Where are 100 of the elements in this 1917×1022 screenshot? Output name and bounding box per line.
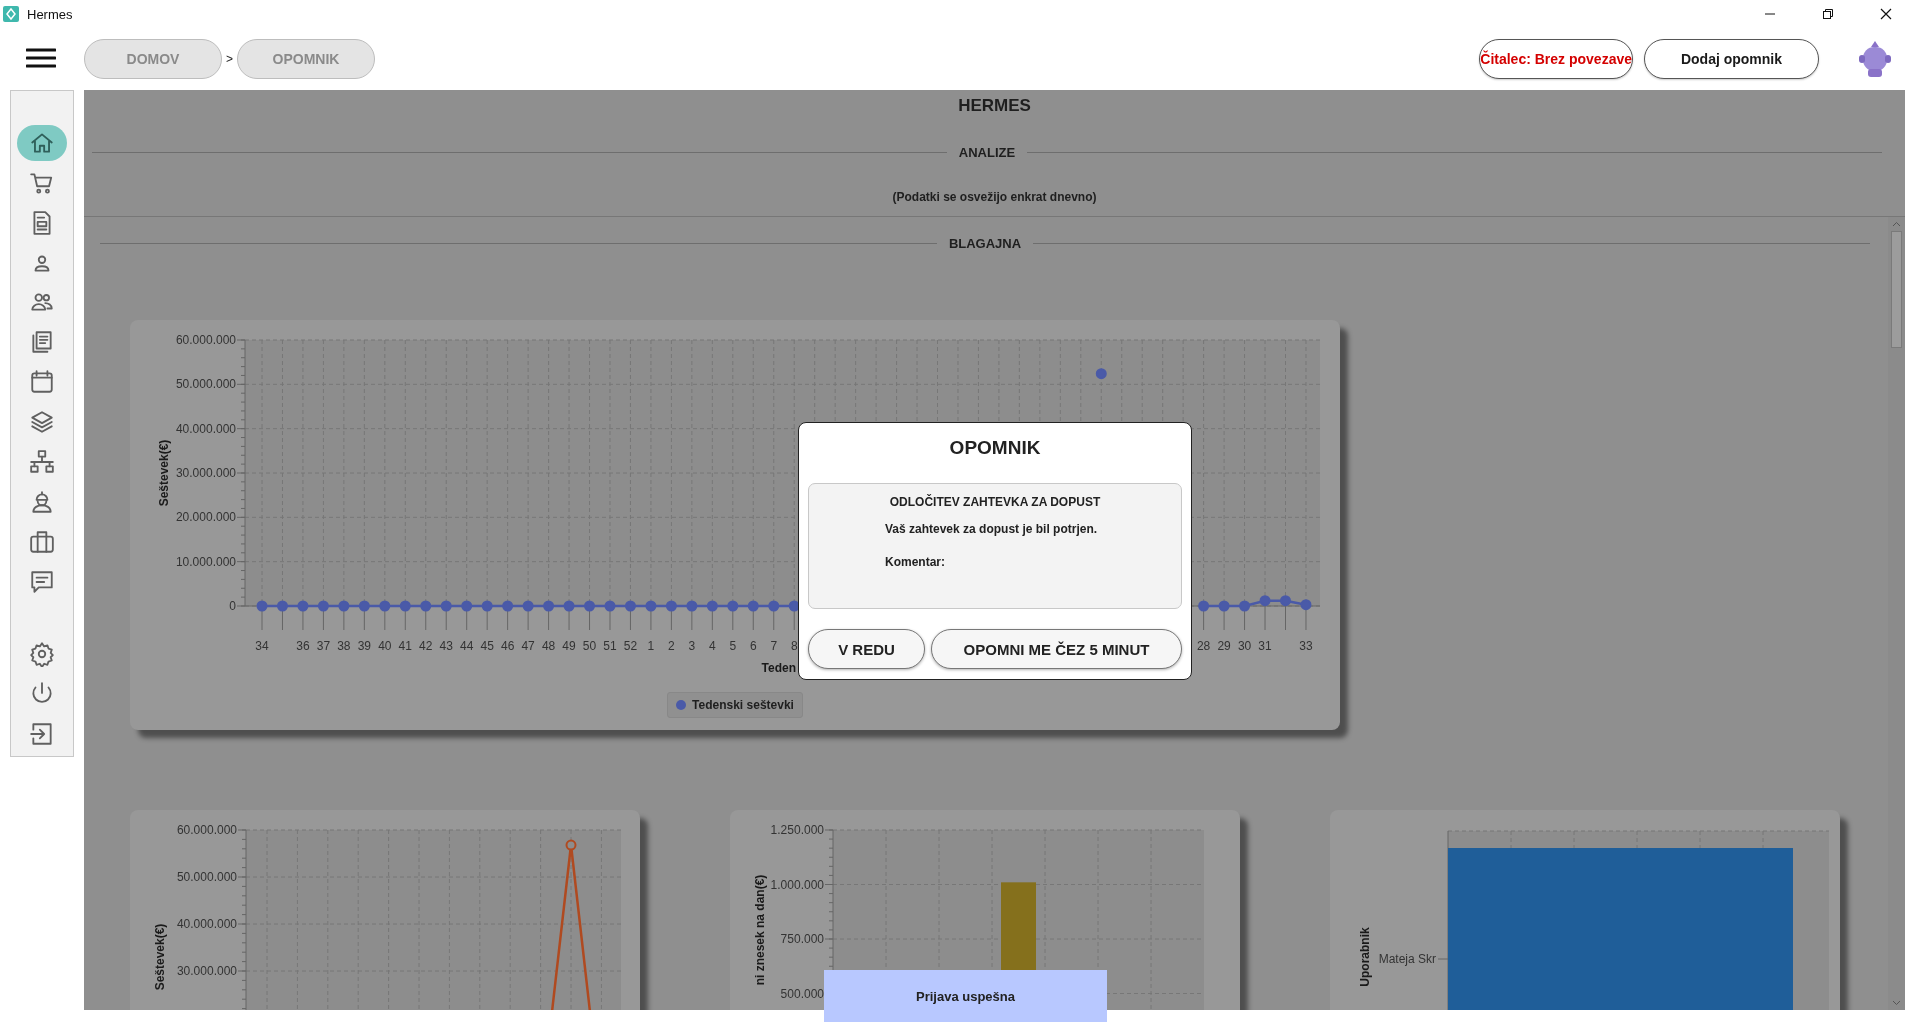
axis-title: Uporabnik [1358,927,1372,987]
section-heading: BLAGAJNA [948,236,1022,251]
data-point [297,600,309,612]
refresh-note: (Podatki se osvežijo enkrat dnevno) [892,190,1097,204]
data-point [379,600,391,612]
data-point [604,600,616,612]
axis-tick-label: 37 [316,639,331,653]
axis-tick-label: 51 [603,639,617,653]
section-heading: ANALIZE [958,145,1016,160]
axis-tick-label: 1.250.000 [770,823,824,837]
data-point [1095,368,1107,380]
data-point [276,600,288,612]
data-point [461,600,473,612]
axis-tick-label: 1.000.000 [770,877,824,892]
axis-tick-label: 36 [296,639,310,653]
axis-tick-label: 28 [1196,639,1211,653]
data-point [686,600,698,612]
axis-tick-label: 31 [1258,639,1272,653]
logout-icon [29,721,55,748]
axis-tick-label: 20.000.000 [175,510,236,525]
data-point [440,600,452,612]
axis-tick-label: 10.000.000 [175,554,236,569]
axis-tick-label: 52 [623,639,638,653]
data-point [1218,600,1230,612]
axis-tick-label: 2 [668,639,675,653]
data-point [543,600,555,612]
axis-tick-label: 4 [709,639,716,653]
remind-later-button[interactable]: OPOMNI ME ČEZ 5 MINUT [931,629,1182,669]
axis-tick-label: 6 [749,639,757,653]
axis-tick-label: 3 [688,639,696,653]
axis-tick-label: 47 [521,639,535,653]
close-icon [1880,8,1892,20]
data-point [420,600,432,612]
axis-tick-label: 750.000 [780,932,824,946]
axis-tick-label: 43 [439,639,453,653]
scroll-up-icon [1892,221,1901,227]
axis-title: Seštevek(€) [157,439,171,507]
axis-tick-label: 33 [1299,639,1313,653]
axis-tick-label: 30.000.000 [176,964,237,978]
settings-icon [29,641,55,668]
axis-tick-label: 40.000.000 [176,917,237,931]
scroll-down-icon [1892,1000,1901,1006]
axis-tick-label: 1 [647,639,655,653]
menu-icon [26,47,56,69]
ok-button[interactable]: V REDU [808,629,925,669]
data-point [584,600,595,612]
comment-label: Komentar: [885,555,946,569]
toast-message: Prijava uspešna [916,988,1015,1004]
scrollbar[interactable] [1888,217,1905,1010]
axis-tick-label: 34 [255,639,269,653]
app-icon [3,6,19,22]
axis-tick-label: 44 [460,639,474,653]
axis-tick-label: 29 [1217,639,1231,653]
data-point [317,600,329,612]
axis-title: Teden [761,661,796,675]
data-point [706,600,718,612]
data-point [1259,595,1271,607]
chat-icon [29,568,55,595]
data-point [1239,600,1251,612]
legend-label: Tedenski seštevki [692,698,794,712]
axis-tick-label: Mateja Skr [1378,952,1436,966]
data-point [563,600,575,612]
breadcrumb-separator: > [226,52,233,66]
menu-button[interactable] [26,47,56,71]
data-point [481,600,493,612]
briefcase-icon [29,528,55,555]
axis-tick-label: 46 [500,639,515,653]
message-text: Vaš zahtevek za dopust je bil potrjen. [885,522,1099,536]
axis-tick-label: 39 [357,639,372,653]
data-point [727,600,739,612]
axis-tick-label: 5 [729,639,737,653]
mascot-icon[interactable] [1857,39,1893,79]
data-point [256,600,268,612]
data-point [502,600,514,612]
page-title: HERMES [958,95,1031,117]
data-point [1198,600,1210,612]
data-point [1280,595,1291,607]
reader-status-button[interactable]: Čitalec: Brez povezave [1479,39,1633,79]
axis-tick-label: 50 [582,639,597,653]
data-point [399,600,411,612]
sidebar-item[interactable] [17,125,67,161]
axis-tick-label: 60.000.000 [175,333,236,347]
data-point [338,600,350,612]
data-point [747,600,759,612]
network-icon [29,448,55,475]
add-reminder-button[interactable]: Dodaj opomnik [1644,39,1819,79]
axis-tick-label: 30.000.000 [175,466,236,480]
axis-tick-label: 38 [337,639,351,653]
axis-tick-label: 48 [541,639,556,653]
message-heading: ODLOČITEV ZAHTEVKA ZA DOPUST [888,495,1102,509]
axis-tick-label: 0 [229,599,236,613]
data-point [768,600,780,612]
scrollbar-thumb[interactable] [1891,231,1902,348]
axis-tick-label: 41 [398,639,412,653]
axis-tick-label: 8 [790,639,798,653]
data-point [665,600,677,612]
axis-tick-label: 60.000.000 [176,823,237,837]
axis-tick-label: 49 [562,639,576,653]
data-point [522,600,534,612]
worker-icon [29,488,55,515]
